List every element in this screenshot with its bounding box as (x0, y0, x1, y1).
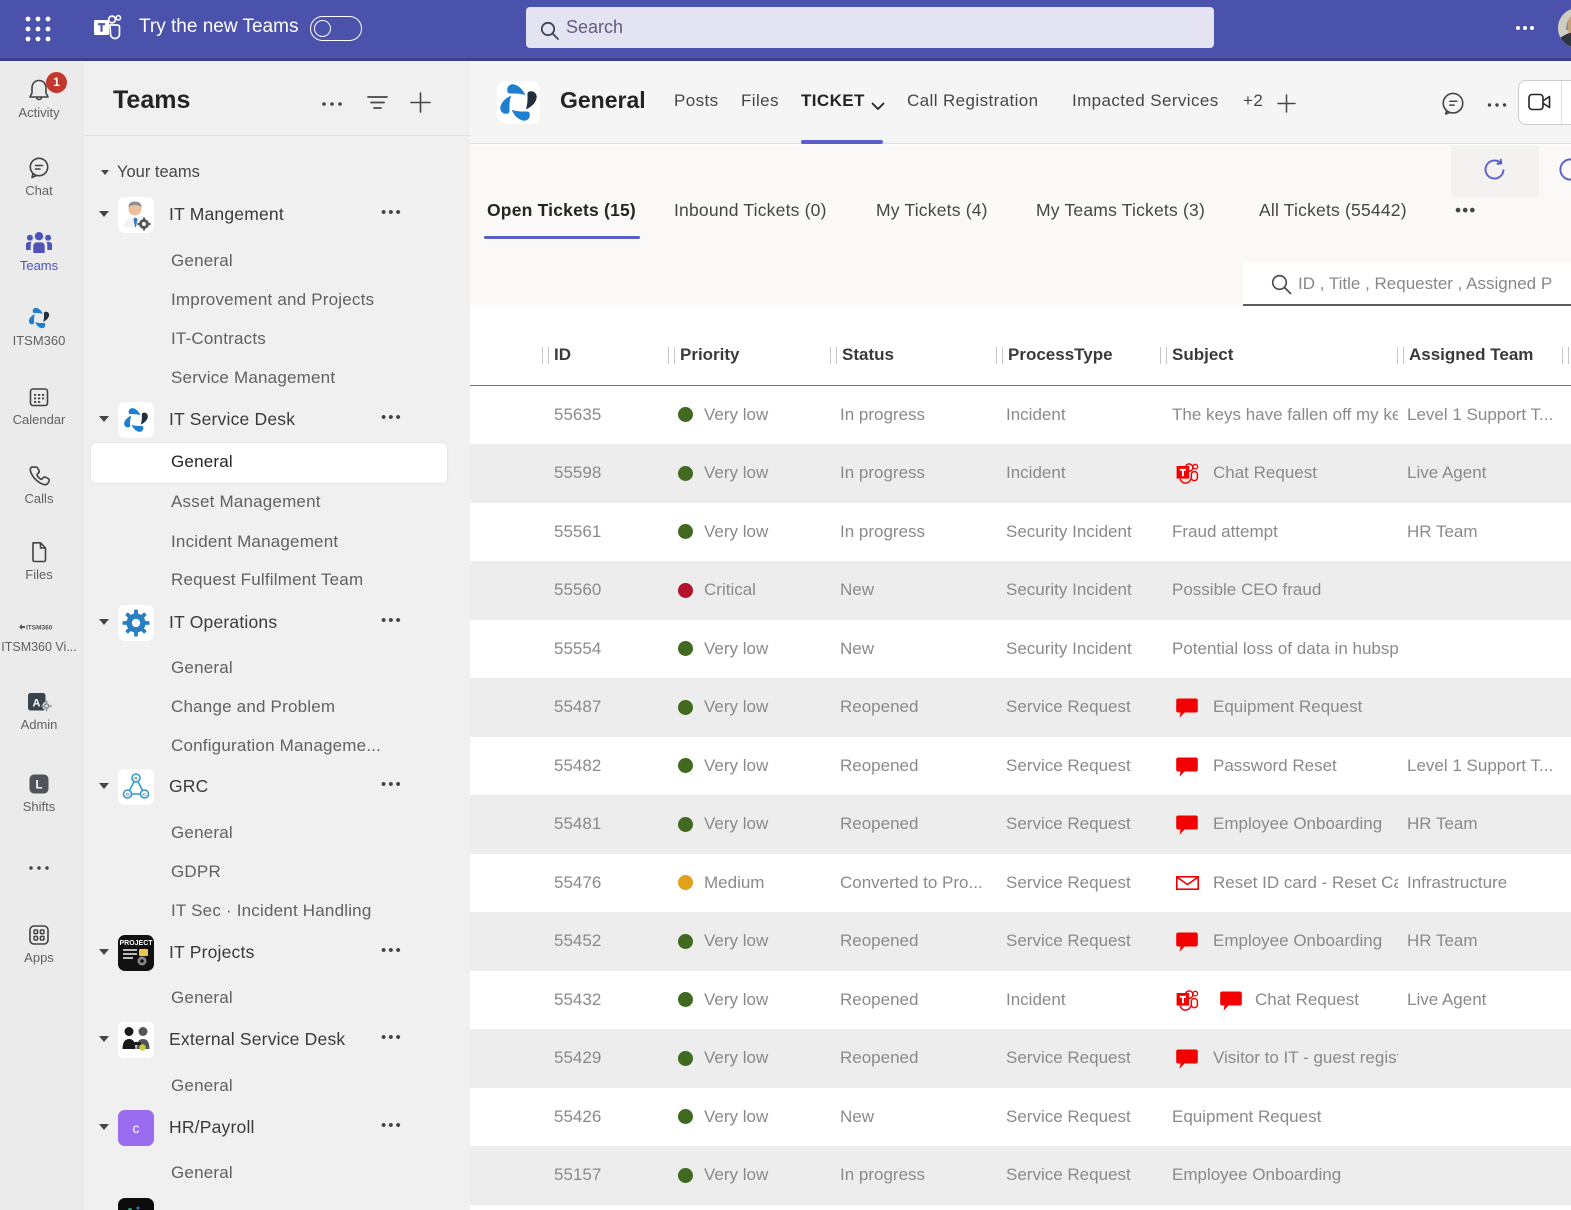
svg-text:A: A (33, 698, 41, 710)
svg-text:ITSM360: ITSM360 (26, 625, 53, 632)
svg-text:PROJECT: PROJECT (119, 940, 153, 947)
svg-text:L: L (35, 780, 42, 792)
svg-text:G: G (126, 792, 130, 797)
svg-text:c: c (133, 1120, 140, 1136)
